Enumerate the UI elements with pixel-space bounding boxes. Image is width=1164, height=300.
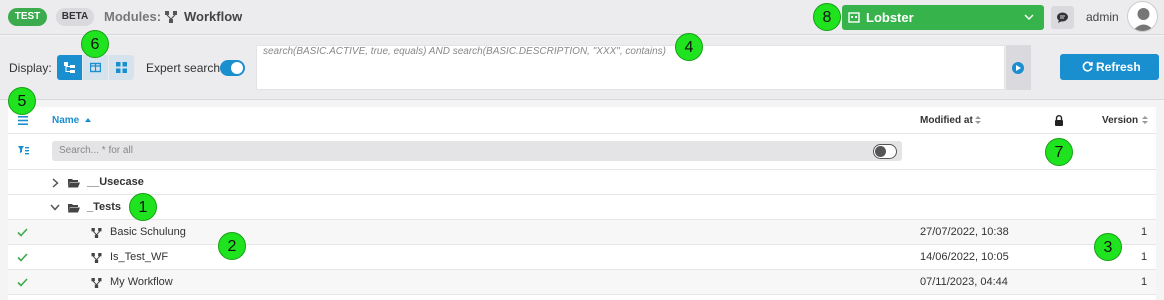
avatar[interactable] bbox=[1127, 1, 1158, 32]
folder-name: _Tests bbox=[87, 201, 122, 213]
workflow-table: Name Modified at Version Search... * for… bbox=[8, 107, 1156, 300]
expert-query-input[interactable]: search(BASIC.ACTIVE, true, equals) AND s… bbox=[256, 45, 1005, 90]
table-row[interactable]: Is_Test_WF 14/06/2022, 10:05 1 bbox=[8, 245, 1156, 270]
chevron-down-icon bbox=[1024, 14, 1034, 21]
workflow-icon bbox=[91, 278, 102, 288]
refresh-label: Refresh bbox=[1096, 60, 1141, 74]
env-badge: TEST bbox=[8, 8, 47, 26]
table-row[interactable]: My Workflow 07/11/2023, 04:44 1 bbox=[8, 270, 1156, 295]
version: 1 bbox=[1141, 226, 1148, 238]
chevron-right-icon[interactable] bbox=[52, 178, 59, 188]
filter-row: Search... * for all bbox=[8, 135, 1156, 170]
sort-icon[interactable] bbox=[1142, 116, 1148, 125]
workflow-name: Is_Test_WF bbox=[110, 251, 169, 263]
expert-search-toggle[interactable] bbox=[220, 60, 245, 76]
tree-view-button[interactable] bbox=[57, 55, 82, 80]
tenant-selector[interactable]: Lobster bbox=[842, 5, 1044, 30]
folder-row[interactable]: __Usecase bbox=[8, 170, 1156, 195]
version: 1 bbox=[1141, 251, 1148, 263]
annotation-marker: 1 bbox=[129, 193, 157, 221]
annotation-marker: 5 bbox=[8, 87, 36, 115]
annotation-marker: 8 bbox=[813, 3, 841, 31]
workflow-name: My Workflow bbox=[110, 276, 173, 288]
top-bar: TEST BETA Modules: Workflow Lobster admi… bbox=[0, 0, 1164, 35]
chevron-down-icon[interactable] bbox=[50, 204, 60, 211]
toolbar: Display: Expert search search(BASIC.ACTI… bbox=[0, 36, 1164, 100]
folder-open-icon bbox=[68, 204, 80, 213]
modified-at: 07/11/2023, 04:44 bbox=[920, 276, 1008, 288]
workflow-icon bbox=[91, 228, 102, 238]
column-header-name[interactable]: Name bbox=[52, 115, 79, 126]
table-row[interactable]: Basic Schulung 27/07/2022, 10:38 1 bbox=[8, 220, 1156, 245]
annotation-marker: 3 bbox=[1094, 233, 1122, 261]
refresh-icon bbox=[1082, 61, 1093, 72]
folder-icon bbox=[68, 179, 80, 188]
version: 1 bbox=[1141, 276, 1148, 288]
annotation-marker: 4 bbox=[675, 33, 703, 61]
table-header: Name Modified at Version bbox=[8, 107, 1156, 134]
folder-name: __Usecase bbox=[87, 176, 144, 188]
expert-query-text: search(BASIC.ACTIVE, true, equals) AND s… bbox=[263, 46, 666, 57]
user-icon bbox=[1132, 8, 1155, 31]
folder-row[interactable]: _Tests bbox=[8, 195, 1156, 220]
module-name: Workflow bbox=[184, 9, 243, 24]
workflow-icon bbox=[91, 253, 102, 263]
split-view-icon bbox=[90, 62, 101, 73]
building-icon bbox=[848, 12, 860, 23]
sort-ascending-icon[interactable] bbox=[85, 118, 91, 122]
split-view-button[interactable] bbox=[83, 55, 108, 80]
column-menu-icon[interactable] bbox=[18, 116, 28, 125]
chat-button[interactable] bbox=[1051, 6, 1074, 29]
sort-icon[interactable] bbox=[975, 116, 981, 125]
play-icon bbox=[1012, 62, 1024, 74]
beta-badge: BETA bbox=[56, 8, 94, 26]
user-name[interactable]: admin bbox=[1086, 10, 1119, 24]
active-check-icon bbox=[17, 278, 28, 287]
workflow-icon bbox=[165, 11, 177, 23]
chat-icon bbox=[1057, 12, 1068, 23]
modules-label: Modules: bbox=[104, 9, 162, 24]
modified-at: 14/06/2022, 10:05 bbox=[920, 251, 1009, 263]
workflow-name: Basic Schulung bbox=[110, 226, 186, 238]
modified-at: 27/07/2022, 10:38 bbox=[920, 226, 1009, 238]
active-check-icon bbox=[17, 228, 28, 237]
annotation-marker: 6 bbox=[81, 30, 109, 58]
column-header-modified[interactable]: Modified at bbox=[920, 115, 973, 126]
column-header-version[interactable]: Version bbox=[1102, 115, 1138, 126]
grid-view-icon bbox=[116, 62, 127, 73]
search-toggle[interactable] bbox=[873, 144, 897, 159]
expert-search-label: Expert search bbox=[146, 61, 221, 75]
run-query-button[interactable] bbox=[1006, 45, 1031, 90]
tenant-label: Lobster bbox=[866, 10, 914, 25]
grid-view-button[interactable] bbox=[109, 55, 134, 80]
lock-icon[interactable] bbox=[1054, 115, 1064, 126]
refresh-button[interactable]: Refresh bbox=[1060, 54, 1159, 80]
annotation-marker: 7 bbox=[1045, 138, 1073, 166]
search-input[interactable]: Search... * for all bbox=[52, 141, 902, 161]
display-label: Display: bbox=[9, 61, 52, 75]
annotation-marker: 2 bbox=[218, 232, 246, 260]
filter-icon[interactable] bbox=[18, 146, 29, 155]
active-check-icon bbox=[17, 253, 28, 262]
tree-view-icon bbox=[64, 62, 75, 73]
